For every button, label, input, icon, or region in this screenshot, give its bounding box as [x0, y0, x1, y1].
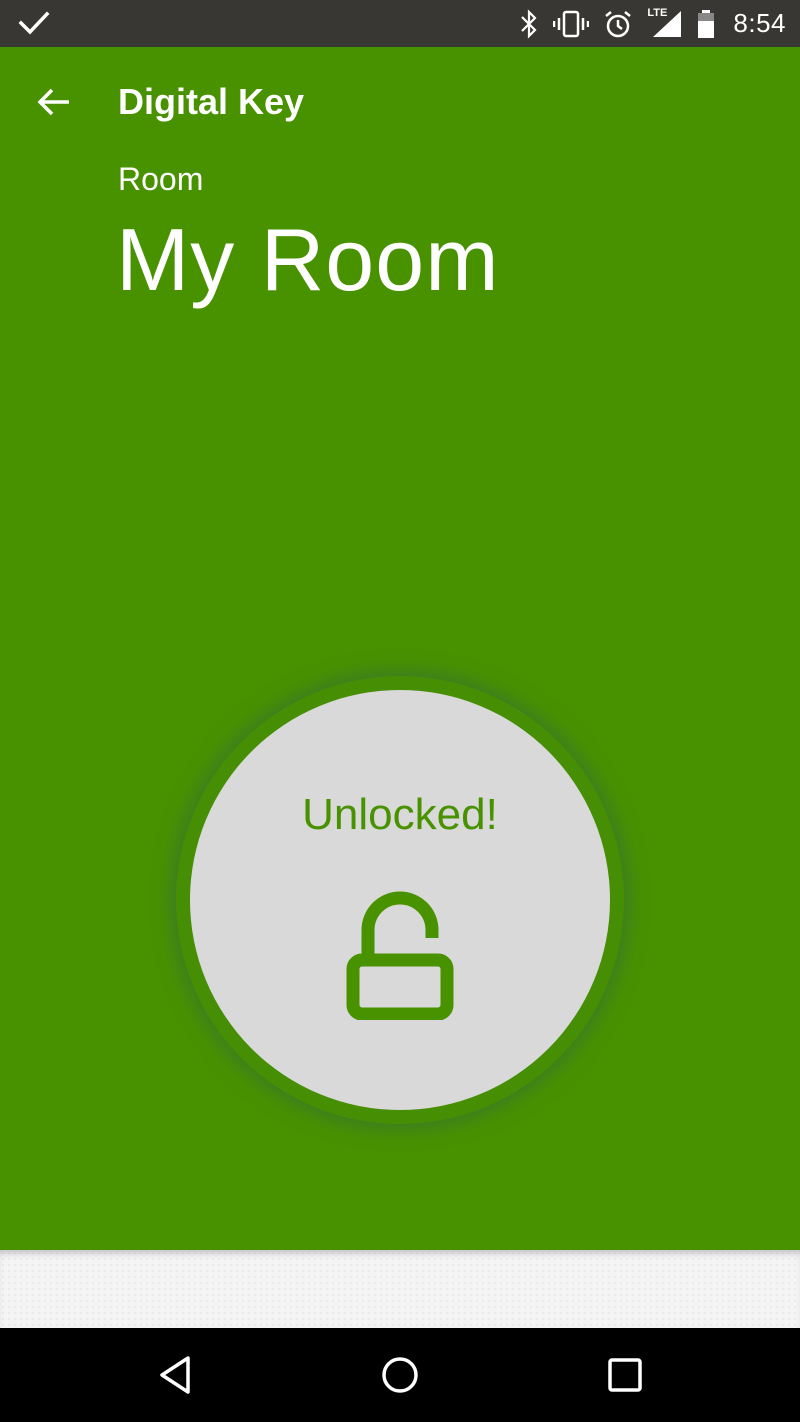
signal-icon: [653, 10, 682, 37]
digital-key-panel: Digital Key Room My Room Unlocked!: [0, 47, 800, 1250]
back-triangle-icon[interactable]: [152, 1350, 202, 1400]
lock-status-text: Unlocked!: [302, 790, 498, 839]
home-circle-icon[interactable]: [375, 1350, 425, 1400]
unlock-button[interactable]: Unlocked!: [190, 690, 610, 1110]
alarm-icon: [605, 10, 632, 37]
status-time: 8:54: [733, 8, 786, 38]
room-name: My Room: [116, 210, 500, 309]
bluetooth-icon: [521, 8, 537, 39]
battery-icon: [698, 9, 715, 38]
vibrate-icon: [553, 10, 590, 37]
screen: LTE 8:54 Digital Key Room My Room Unlock…: [0, 0, 800, 1422]
bottom-strip: [0, 1250, 800, 1328]
recents-square-icon[interactable]: [600, 1350, 650, 1400]
page-title: Digital Key: [118, 81, 305, 122]
arrow-left-icon: [37, 88, 69, 116]
lock-open-icon: [346, 891, 454, 1020]
check-icon: [18, 11, 50, 35]
status-bar: LTE 8:54: [0, 0, 800, 47]
room-label: Room: [118, 161, 204, 197]
signal-indicator: LTE: [647, 7, 683, 39]
status-icons: LTE 8:54: [519, 0, 786, 47]
navigation-bar: [0, 1328, 800, 1422]
back-button[interactable]: [24, 77, 84, 127]
